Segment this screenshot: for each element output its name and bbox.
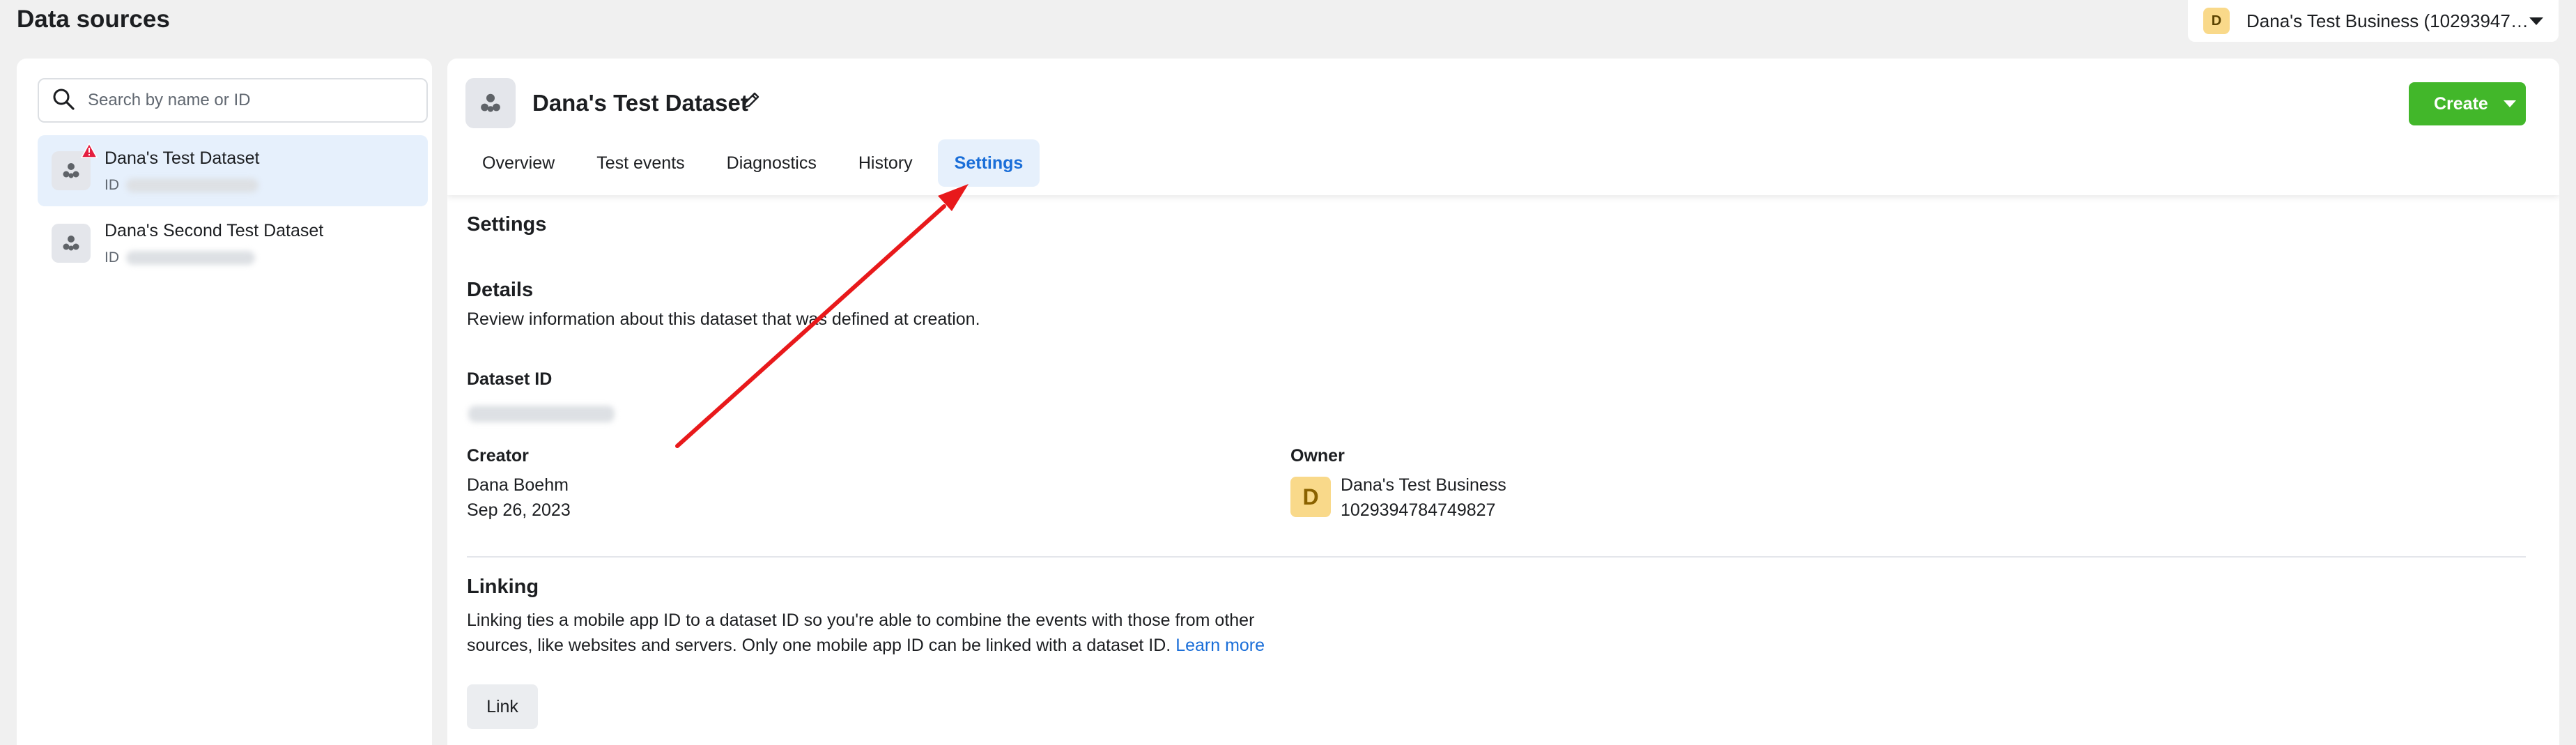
search-input[interactable] xyxy=(88,91,414,110)
section-divider xyxy=(467,556,2526,558)
dataset-title: Dana's Test Dataset xyxy=(532,90,748,116)
tab-settings[interactable]: Settings xyxy=(937,139,1040,187)
link-button[interactable]: Link xyxy=(467,684,538,729)
warning-icon xyxy=(80,142,98,162)
chevron-down-icon xyxy=(2529,17,2543,25)
dataset-name: Dana's Test Dataset xyxy=(105,148,260,168)
owner-avatar: D xyxy=(1290,477,1331,517)
sidebar: Dana's Test Dataset ID Dana's Second Tes… xyxy=(17,59,432,745)
tab-overview[interactable]: Overview xyxy=(465,139,571,187)
tab-diagnostics[interactable]: Diagnostics xyxy=(710,139,833,187)
dataset-id: ID xyxy=(105,249,323,266)
dataset-id-label: ID xyxy=(105,249,119,266)
creator-name: Dana Boehm xyxy=(467,475,569,495)
dataset-id-label: ID xyxy=(105,176,119,193)
redacted-id xyxy=(126,178,259,192)
creator-date: Sep 26, 2023 xyxy=(467,500,571,520)
owner-name: Dana's Test Business xyxy=(1341,475,1506,495)
linking-description-line1: Linking ties a mobile app ID to a datase… xyxy=(467,610,1255,630)
details-description: Review information about this dataset th… xyxy=(467,309,980,329)
owner-id: 1029394784749827 xyxy=(1341,500,1496,520)
sidebar-item-dataset[interactable]: Dana's Test Dataset ID xyxy=(38,135,428,206)
dataset-id-label: Dataset ID xyxy=(467,369,553,389)
business-avatar: D xyxy=(2203,8,2230,34)
sidebar-item-dataset[interactable]: Dana's Second Test Dataset ID xyxy=(38,208,428,279)
create-button[interactable]: Create xyxy=(2409,82,2526,125)
tab-bar: Overview Test events Diagnostics History… xyxy=(465,139,1048,187)
tab-test-events[interactable]: Test events xyxy=(580,139,701,187)
chevron-down-icon xyxy=(2503,100,2516,107)
linking-description-line2: sources, like websites and servers. Only… xyxy=(467,636,1171,655)
dataset-icon xyxy=(465,78,516,128)
page-title: Data sources xyxy=(17,6,170,33)
learn-more-link[interactable]: Learn more xyxy=(1175,636,1265,655)
linking-description-line2-wrap: sources, like websites and servers. Only… xyxy=(467,633,1265,658)
business-name: Dana's Test Business (10293947… xyxy=(2246,10,2529,31)
settings-heading: Settings xyxy=(467,213,547,236)
linking-title: Linking xyxy=(467,576,539,598)
creator-label: Creator xyxy=(467,446,529,466)
redacted-dataset-id xyxy=(468,406,615,422)
search-box[interactable] xyxy=(38,78,428,123)
pencil-icon[interactable] xyxy=(740,89,762,115)
main-panel: Dana's Test Dataset Create Overview Test… xyxy=(447,59,2559,745)
dataset-name: Dana's Second Test Dataset xyxy=(105,220,324,240)
tab-history[interactable]: History xyxy=(842,139,930,187)
dataset-id: ID xyxy=(105,177,260,194)
search-icon xyxy=(52,87,75,114)
dataset-header: Dana's Test Dataset Create Overview Test… xyxy=(447,59,2559,195)
dataset-icon xyxy=(52,142,98,190)
create-button-label: Create xyxy=(2434,93,2488,114)
business-selector[interactable]: D Dana's Test Business (10293947… xyxy=(2188,0,2559,42)
owner-label: Owner xyxy=(1290,446,1345,466)
dataset-icon xyxy=(52,224,91,263)
details-title: Details xyxy=(467,279,534,301)
redacted-id xyxy=(126,250,255,265)
